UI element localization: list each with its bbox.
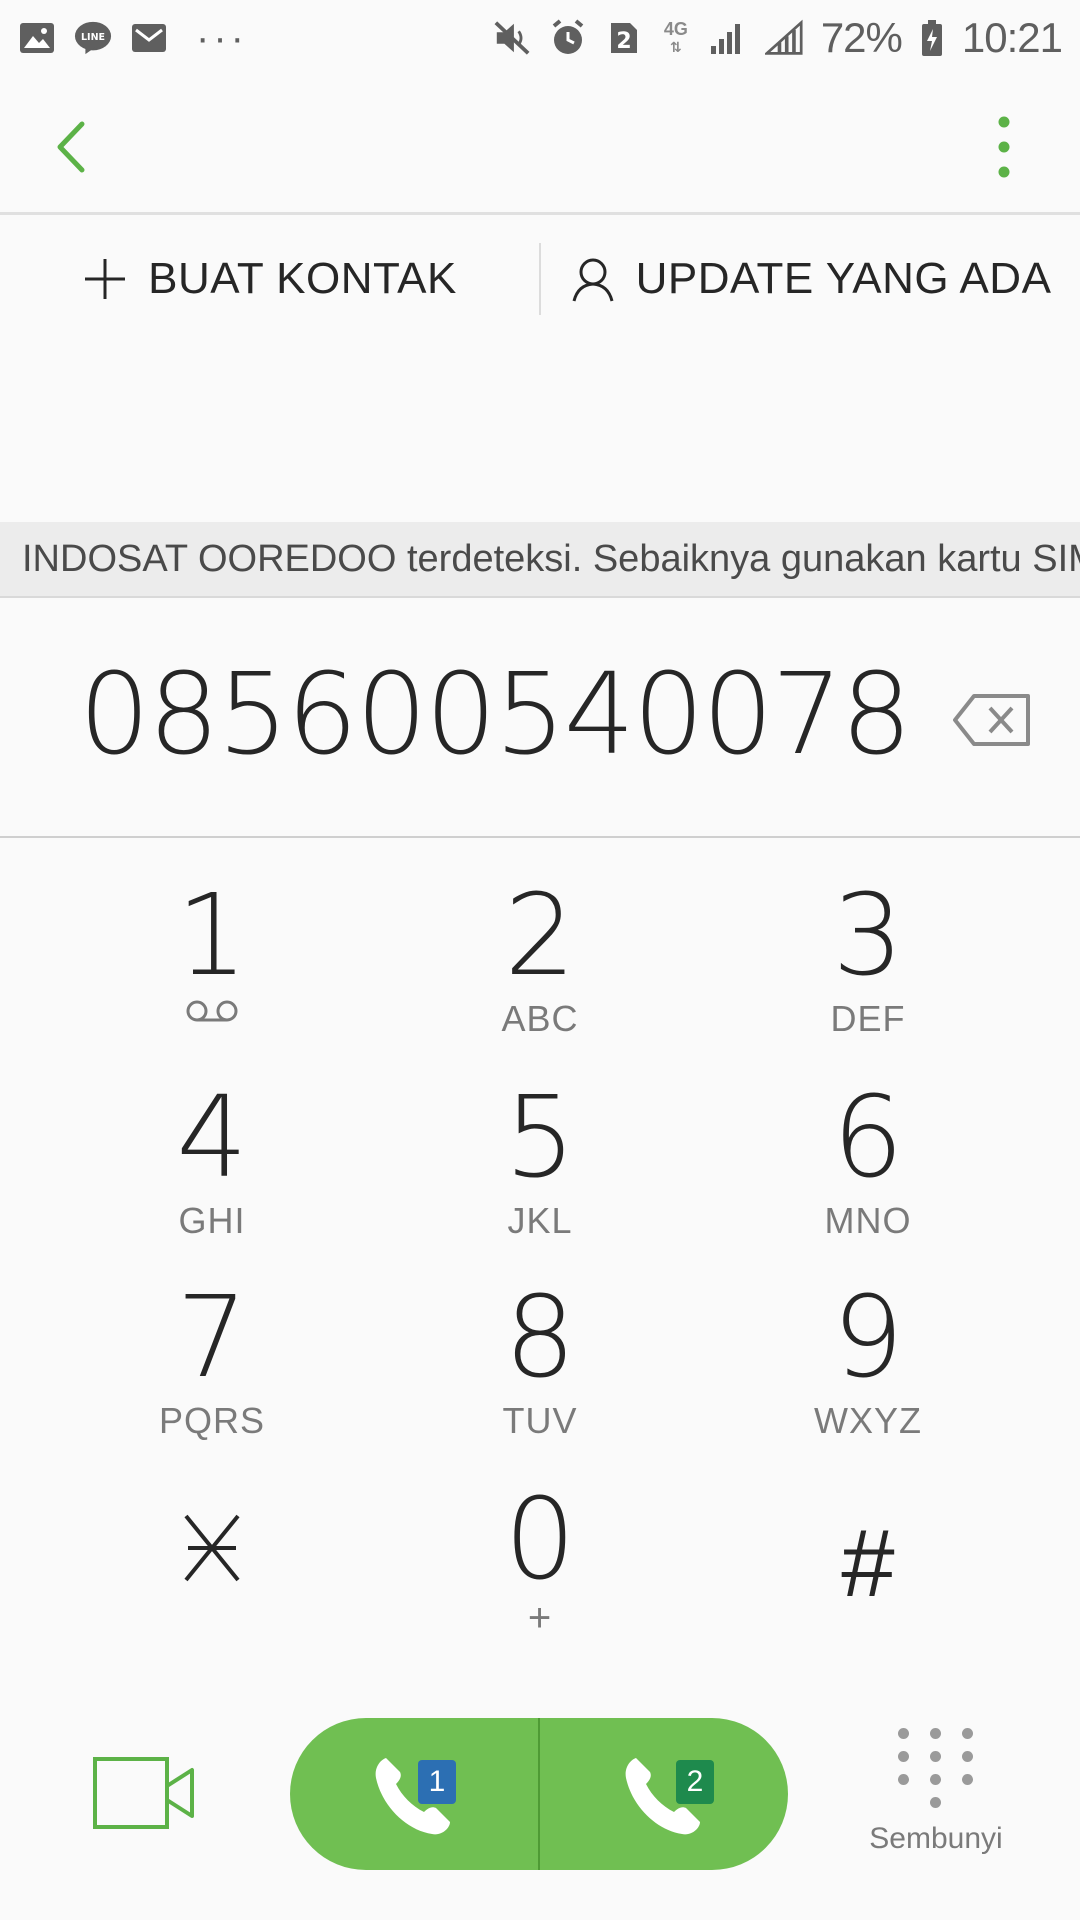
number-display: 085600540078: [0, 630, 1080, 800]
key-4[interactable]: 4 GHI: [52, 1082, 372, 1272]
key-letters: GHI: [178, 1200, 246, 1241]
key-letters: PQRS: [158, 1400, 266, 1441]
key-letters: JKL: [507, 1200, 573, 1241]
line-icon: LINE: [74, 19, 112, 57]
mail-icon: [130, 19, 168, 57]
asterisk-icon: [184, 1514, 240, 1582]
key-digit: 9: [832, 1273, 904, 1403]
call-buttons: 1 2: [290, 1718, 788, 1870]
more-vert-icon: [998, 116, 1010, 178]
key-digit: 4: [176, 1073, 248, 1203]
key-7[interactable]: 7 PQRS: [52, 1282, 372, 1472]
svg-text:LINE: LINE: [81, 32, 105, 43]
key-star[interactable]: [52, 1484, 372, 1674]
update-existing-label: UPDATE YANG ADA: [635, 254, 1052, 303]
key-digit: 2: [504, 871, 576, 1001]
sim-detected-banner: INDOSAT OOREDOO terdeteksi. Sebaiknya gu…: [0, 522, 1080, 598]
key-digit: 7: [176, 1273, 248, 1403]
battery-icon: [920, 19, 944, 57]
hide-keypad-label: Sembunyi: [869, 1822, 1003, 1855]
key-3[interactable]: 3 DEF: [708, 880, 1028, 1070]
dialed-number[interactable]: 085600540078: [79, 650, 912, 780]
key-digit: 3: [832, 871, 904, 1001]
key-hash[interactable]: #: [708, 1484, 1028, 1674]
create-contact-button[interactable]: BUAT KONTAK: [0, 240, 539, 318]
update-existing-button[interactable]: UPDATE YANG ADA: [541, 240, 1080, 318]
video-camera-icon: [93, 1757, 194, 1829]
voicemail-icon: [186, 1000, 238, 1022]
key-digit: 5: [504, 1073, 576, 1203]
key-letters: WXYZ: [814, 1400, 922, 1441]
hide-keypad-button[interactable]: Sembunyi: [862, 1724, 1010, 1874]
key-letters: DEF: [830, 998, 906, 1039]
sim1-badge: 1: [418, 1760, 456, 1804]
status-bar: LINE ··· 2 4G ⇅ 72% 10:21: [0, 0, 1080, 76]
key-9[interactable]: 9 WXYZ: [708, 1282, 1028, 1472]
signal-icon: [709, 19, 747, 57]
backspace-icon: [953, 694, 1030, 746]
backspace-button[interactable]: [952, 692, 1032, 748]
video-call-button[interactable]: [92, 1756, 196, 1830]
banner-text: INDOSAT OOREDOO terdeteksi. Sebaiknya gu…: [22, 537, 1080, 580]
key-letters: ABC: [501, 998, 579, 1039]
call-sim1-button[interactable]: 1: [290, 1718, 538, 1870]
divider: [0, 212, 1080, 215]
key-8[interactable]: 8 TUV: [380, 1282, 700, 1472]
clock: 10:21: [961, 14, 1063, 61]
key-digit: 0: [504, 1475, 576, 1605]
back-button[interactable]: [52, 112, 122, 182]
key-digit: #: [841, 1510, 895, 1617]
dialer-screen: LINE ··· 2 4G ⇅ 72% 10:21 BUAT KONTAK UP…: [0, 0, 1080, 1920]
key-5[interactable]: 5 JKL: [380, 1082, 700, 1272]
network-type-icon: 4G ⇅: [663, 19, 688, 55]
alarm-icon: [549, 19, 587, 57]
mute-icon: [493, 19, 531, 57]
person-icon: [572, 258, 614, 302]
gallery-icon: [18, 19, 56, 57]
key-letters: MNO: [824, 1200, 912, 1241]
contact-actions: BUAT KONTAK UPDATE YANG ADA: [0, 240, 1080, 318]
key-0[interactable]: 0 +: [380, 1484, 700, 1674]
battery-percent: 72%: [820, 14, 903, 61]
create-contact-label: BUAT KONTAK: [148, 254, 457, 303]
signal-icon: [764, 19, 803, 57]
keypad-grid-icon: [898, 1728, 974, 1808]
divider: [0, 836, 1080, 838]
more-notifications-icon: ···: [196, 16, 248, 60]
key-2[interactable]: 2 ABC: [380, 880, 700, 1070]
dialer-bottom-bar: 1 2 Sembunyi: [0, 1700, 1080, 1890]
key-digit: 1: [176, 871, 248, 1001]
call-sim2-button[interactable]: 2: [540, 1718, 788, 1870]
app-bar: [0, 76, 1080, 212]
sim-icon: 2: [605, 19, 643, 57]
key-6[interactable]: 6 MNO: [708, 1082, 1028, 1272]
sim2-badge: 2: [676, 1760, 714, 1804]
chevron-left-icon: [57, 121, 85, 173]
key-digit: 8: [504, 1273, 576, 1403]
key-digit: 6: [832, 1073, 904, 1203]
plus-icon: [85, 259, 126, 299]
more-options-button[interactable]: [974, 112, 1034, 182]
key-letters: +: [527, 1596, 553, 1640]
svg-text:2: 2: [616, 29, 631, 54]
key-1[interactable]: 1: [52, 880, 372, 1070]
key-letters: TUV: [502, 1400, 578, 1441]
